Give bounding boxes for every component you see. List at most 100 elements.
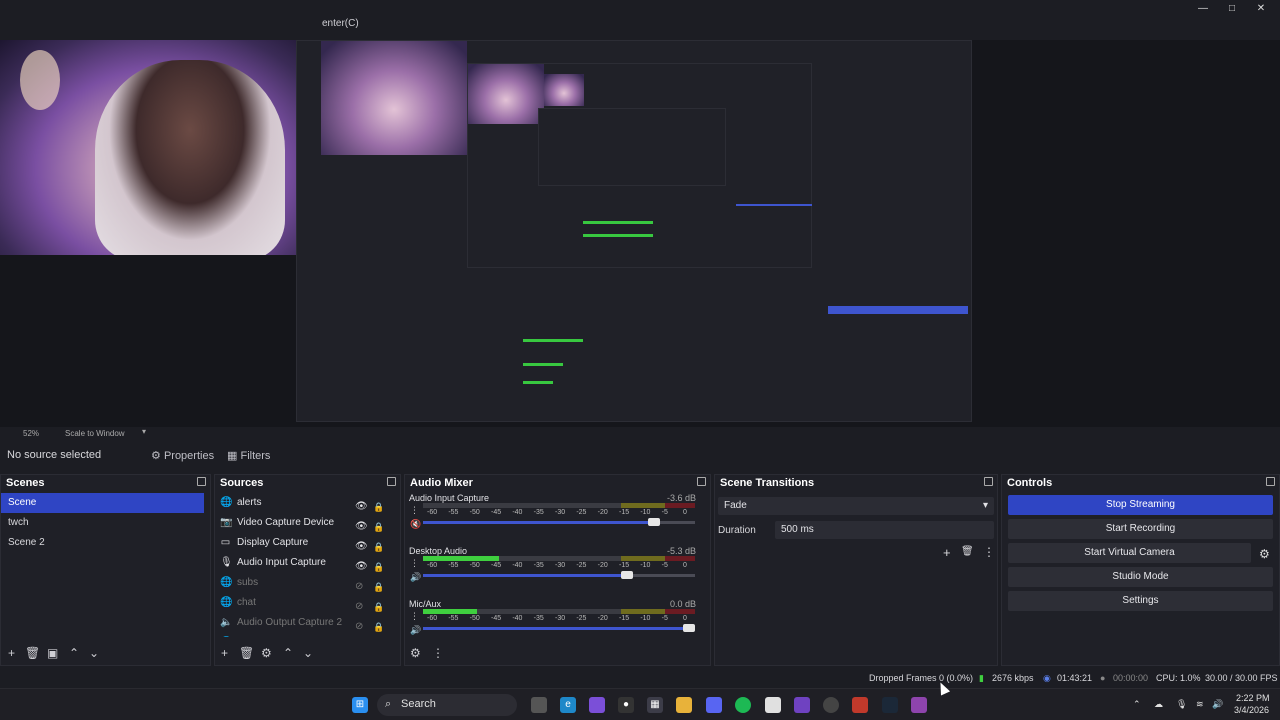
store-icon[interactable]: ▦ bbox=[647, 697, 663, 713]
move-down-button[interactable]: ⌄ bbox=[303, 646, 313, 660]
scale-tick: -5 bbox=[661, 615, 668, 622]
transition-menu-button[interactable]: ⋮ bbox=[983, 545, 995, 559]
scale-tick: -5 bbox=[661, 509, 668, 516]
cloud-icon[interactable]: ☁ bbox=[1154, 699, 1163, 710]
close-button[interactable]: ✕ bbox=[1250, 2, 1272, 16]
app-icon[interactable] bbox=[911, 697, 927, 713]
source-item[interactable]: 📷 Video Capture Device 👁 🔒 bbox=[215, 513, 400, 533]
remove-transition-button[interactable]: 🗑 bbox=[961, 546, 974, 557]
volume-knob[interactable] bbox=[683, 624, 695, 632]
scale-mode[interactable]: Scale to Window bbox=[65, 429, 125, 438]
chevron-down-icon[interactable]: ▾ bbox=[142, 427, 146, 436]
volume-slider[interactable] bbox=[423, 624, 695, 632]
chrome-icon[interactable] bbox=[823, 697, 839, 713]
source-item[interactable]: 🎙 Audio Input Capture 👁 🔒 bbox=[215, 553, 400, 573]
scene-item-scene-2[interactable]: Scene 2 bbox=[1, 533, 210, 553]
menu-icon[interactable]: ⋮ bbox=[410, 609, 421, 623]
app-icon[interactable]: ● bbox=[618, 697, 634, 713]
virtual-camera-gear-icon[interactable]: ⚙ bbox=[1259, 547, 1270, 561]
scale-tick: -35 bbox=[533, 509, 544, 516]
app-icon[interactable] bbox=[794, 697, 810, 713]
stop-streaming-button[interactable]: Stop Streaming bbox=[1008, 495, 1273, 515]
fps: 30.00 / 30.00 FPS bbox=[1205, 673, 1278, 683]
float-icon[interactable] bbox=[197, 477, 206, 486]
source-item[interactable]: ▭ Display Capture 👁 🔒 bbox=[215, 533, 400, 553]
add-source-button[interactable]: + bbox=[221, 646, 228, 660]
channel-controls: ⋮ 🔇 bbox=[410, 503, 421, 531]
cpu-usage: CPU: 1.0% bbox=[1156, 673, 1201, 683]
mute-icon[interactable]: 🔇 bbox=[410, 517, 421, 531]
preview-canvas[interactable] bbox=[0, 40, 1280, 427]
folder-icon[interactable] bbox=[676, 697, 692, 713]
scale-tick: -40 bbox=[512, 509, 523, 516]
remove-scene-button[interactable]: 🗑 bbox=[25, 646, 40, 660]
source-item[interactable]: 🌐 alerts 👁 🔒 bbox=[215, 493, 400, 513]
volume-knob[interactable] bbox=[621, 571, 633, 579]
move-down-button[interactable]: ⌄ bbox=[89, 646, 99, 660]
scale-tick: -20 bbox=[597, 562, 608, 569]
edge-icon[interactable]: e bbox=[560, 697, 576, 713]
volume-slider[interactable] bbox=[423, 518, 695, 526]
menu-icon[interactable]: ⋮ bbox=[410, 556, 421, 570]
properties-button[interactable]: ⚙ Properties bbox=[151, 449, 214, 462]
scene-filter-icon[interactable]: ▣ bbox=[47, 646, 58, 660]
maximize-button[interactable]: □ bbox=[1221, 2, 1243, 16]
document-icon[interactable] bbox=[765, 697, 781, 713]
microphone-icon[interactable]: 🎙 bbox=[1176, 699, 1187, 710]
move-up-button[interactable]: ⌃ bbox=[69, 646, 79, 660]
windows-start-icon[interactable]: ⊞ bbox=[352, 697, 368, 713]
start-recording-button[interactable]: Start Recording bbox=[1008, 519, 1273, 539]
move-up-button[interactable]: ⌃ bbox=[283, 646, 293, 660]
remove-source-button[interactable]: 🗑 bbox=[239, 646, 254, 660]
float-icon[interactable] bbox=[1266, 477, 1275, 486]
scale-tick: -55 bbox=[448, 615, 459, 622]
obs-icon[interactable] bbox=[852, 697, 868, 713]
start-virtual-camera-button[interactable]: Start Virtual Camera bbox=[1008, 543, 1251, 563]
filters-button[interactable]: ▦ Filters bbox=[227, 449, 270, 462]
settings-button[interactable]: Settings bbox=[1008, 591, 1273, 611]
steam-icon[interactable] bbox=[882, 697, 898, 713]
source-item[interactable]: 🌐 subs ⊘ 🔒 bbox=[215, 573, 400, 593]
float-icon[interactable] bbox=[387, 477, 396, 486]
source-item[interactable]: 🌐emotes⊘🔒 bbox=[215, 633, 400, 637]
volume-slider[interactable] bbox=[423, 571, 695, 579]
studio-mode-button[interactable]: Studio Mode bbox=[1008, 567, 1273, 587]
clock-date[interactable]: 3/4/2026 bbox=[1234, 705, 1269, 715]
float-icon[interactable] bbox=[984, 477, 993, 486]
source-item[interactable]: 🔈 Audio Output Capture 2 ⊘ 🔒 bbox=[215, 613, 400, 633]
scale-tick: -40 bbox=[512, 562, 523, 569]
nested-preview bbox=[296, 40, 972, 422]
chevron-up-icon[interactable]: ⌃ bbox=[1133, 699, 1141, 710]
channel-controls: ⋮ 🔊 bbox=[410, 609, 421, 637]
volume-knob[interactable] bbox=[648, 518, 661, 526]
add-transition-button[interactable]: + bbox=[943, 545, 951, 560]
volume-icon[interactable]: 🔊 bbox=[1212, 699, 1223, 710]
source-settings-button[interactable]: ⚙ bbox=[261, 646, 272, 660]
minimize-button[interactable]: — bbox=[1192, 2, 1214, 16]
scene-item-scene[interactable]: Scene bbox=[1, 493, 204, 513]
duration-spinbox[interactable]: 500 ms bbox=[775, 521, 994, 539]
zoom-level[interactable]: 52% bbox=[23, 429, 39, 438]
discord-icon[interactable] bbox=[706, 697, 722, 713]
spotify-icon[interactable] bbox=[735, 697, 751, 713]
taskbar-search[interactable]: ⌕ Search bbox=[377, 694, 517, 716]
copilot-icon[interactable] bbox=[589, 697, 605, 713]
speaker-icon[interactable]: 🔊 bbox=[410, 623, 421, 637]
task-view-icon[interactable] bbox=[531, 697, 547, 713]
wifi-icon[interactable]: ≋ bbox=[1196, 699, 1204, 710]
scale-tick: -25 bbox=[576, 615, 587, 622]
monitor-icon: ▭ bbox=[220, 537, 231, 548]
add-scene-button[interactable]: + bbox=[8, 646, 15, 660]
menu-icon[interactable]: ⋮ bbox=[410, 503, 421, 517]
source-item[interactable]: 🌐 chat ⊘ 🔒 bbox=[215, 593, 400, 613]
scale-tick: -15 bbox=[619, 509, 630, 516]
chevron-down-icon: ▾ bbox=[982, 500, 988, 511]
scene-item-twch[interactable]: twch bbox=[1, 513, 210, 533]
float-icon[interactable] bbox=[697, 477, 706, 486]
mixer-settings-button[interactable]: ⚙ bbox=[410, 646, 421, 660]
mixer-menu-button[interactable]: ⋮ bbox=[432, 646, 444, 660]
clock-time[interactable]: 2:22 PM bbox=[1236, 693, 1270, 703]
speaker-icon[interactable]: 🔊 bbox=[410, 570, 421, 584]
transition-select[interactable]: Fade ▾ bbox=[718, 497, 994, 515]
record-icon: ● bbox=[1100, 673, 1106, 683]
